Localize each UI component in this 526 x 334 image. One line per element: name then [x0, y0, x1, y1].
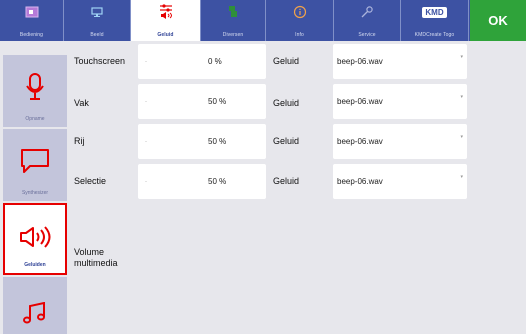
tab-label: Bediening [19, 32, 44, 38]
sidebar-item-label: Opname [25, 116, 45, 122]
speaker-sound-icon [18, 219, 52, 255]
monitor-icon [64, 0, 130, 24]
ok-label: OK [488, 13, 508, 28]
sidebar-item-label: Geluiden [24, 262, 46, 268]
ok-button[interactable]: OK [470, 0, 526, 41]
dropdown-arrow-icon: ▾ [460, 174, 463, 180]
sidebar-item-label: Synthesizer [21, 190, 49, 196]
kmd-logo-text: KMD [422, 6, 447, 18]
touchscreen-volume-slider[interactable]: - 0 % [138, 44, 266, 79]
music-notes-icon [22, 295, 48, 331]
keyboard-square-icon [0, 0, 63, 24]
tab-geluid[interactable]: Geluid [131, 0, 201, 41]
various-icon [201, 0, 265, 24]
volume-minus: - [145, 139, 147, 145]
tab-beeld[interactable]: Beeld [64, 0, 131, 41]
row-label-rij: Rij [74, 136, 85, 146]
rij-volume-slider[interactable]: - 50 % [138, 124, 266, 159]
wrench-icon [334, 0, 400, 24]
rij-sound-select[interactable]: beep-06.wav ▾ [333, 124, 467, 159]
tab-label: KMDCreate Togo [414, 32, 455, 38]
tab-service[interactable]: Service [334, 0, 401, 41]
volume-value: 0 % [208, 57, 222, 66]
sound-label: Geluid [273, 136, 300, 146]
volume-value: 50 % [208, 97, 227, 106]
sidebar: Opname Synthesizer Geluiden [0, 41, 67, 334]
tab-diversen[interactable]: Diversen [201, 0, 266, 41]
volume-minus: - [145, 99, 147, 105]
sidebar-item-opname[interactable]: Opname [3, 55, 67, 127]
volume-minus: - [145, 179, 147, 185]
row-label-vak: Vak [74, 98, 89, 108]
sidebar-item-geluiden[interactable]: Geluiden [3, 203, 67, 275]
selectie-sound-select[interactable]: beep-06.wav ▾ [333, 164, 467, 199]
sound-label: Geluid [273, 56, 300, 66]
sound-label: Geluid [273, 98, 300, 108]
volume-value: 50 % [208, 137, 227, 146]
selectie-volume-slider[interactable]: - 50 % [138, 164, 266, 199]
tab-label: Beeld [90, 32, 104, 38]
touchscreen-sound-select[interactable]: beep-06.wav ▾ [333, 44, 467, 79]
tab-label: Diversen [222, 32, 244, 38]
volume-minus: - [145, 59, 147, 65]
vak-sound-select[interactable]: beep-06.wav ▾ [333, 84, 467, 119]
speech-bubble-icon [20, 143, 50, 179]
microphone-icon [24, 69, 46, 105]
tab-bediening[interactable]: Bediening [0, 0, 64, 41]
sound-file-value: beep-06.wav [337, 57, 383, 66]
tab-label: Geluid [157, 32, 174, 38]
sound-file-value: beep-06.wav [337, 97, 383, 106]
sidebar-item-music[interactable] [3, 277, 67, 334]
sidebar-item-synthesizer[interactable]: Synthesizer [3, 129, 67, 201]
sliders-speaker-icon [131, 0, 200, 24]
sound-file-value: beep-06.wav [337, 137, 383, 146]
row-label-touchscreen: Touchscreen [74, 56, 126, 66]
row-label-selectie: Selectie [74, 176, 107, 186]
tab-kmdcreate[interactable]: KMD KMDCreate Togo [401, 0, 469, 41]
dropdown-arrow-icon: ▾ [460, 134, 463, 140]
top-tab-bar: Bediening Beeld Geluid Diversen Info Ser… [0, 0, 526, 41]
volume-value: 50 % [208, 177, 227, 186]
sound-file-value: beep-06.wav [337, 177, 383, 186]
dropdown-arrow-icon: ▾ [460, 54, 463, 60]
vak-volume-slider[interactable]: - 50 % [138, 84, 266, 119]
volume-multimedia-label: Volume multimedia [74, 247, 118, 268]
info-icon [266, 0, 333, 24]
tab-info[interactable]: Info [266, 0, 334, 41]
kmd-logo: KMD [401, 0, 468, 24]
tab-label: Info [295, 32, 304, 38]
sound-label: Geluid [273, 176, 300, 186]
dropdown-arrow-icon: ▾ [460, 94, 463, 100]
tab-label: Service [358, 32, 376, 38]
